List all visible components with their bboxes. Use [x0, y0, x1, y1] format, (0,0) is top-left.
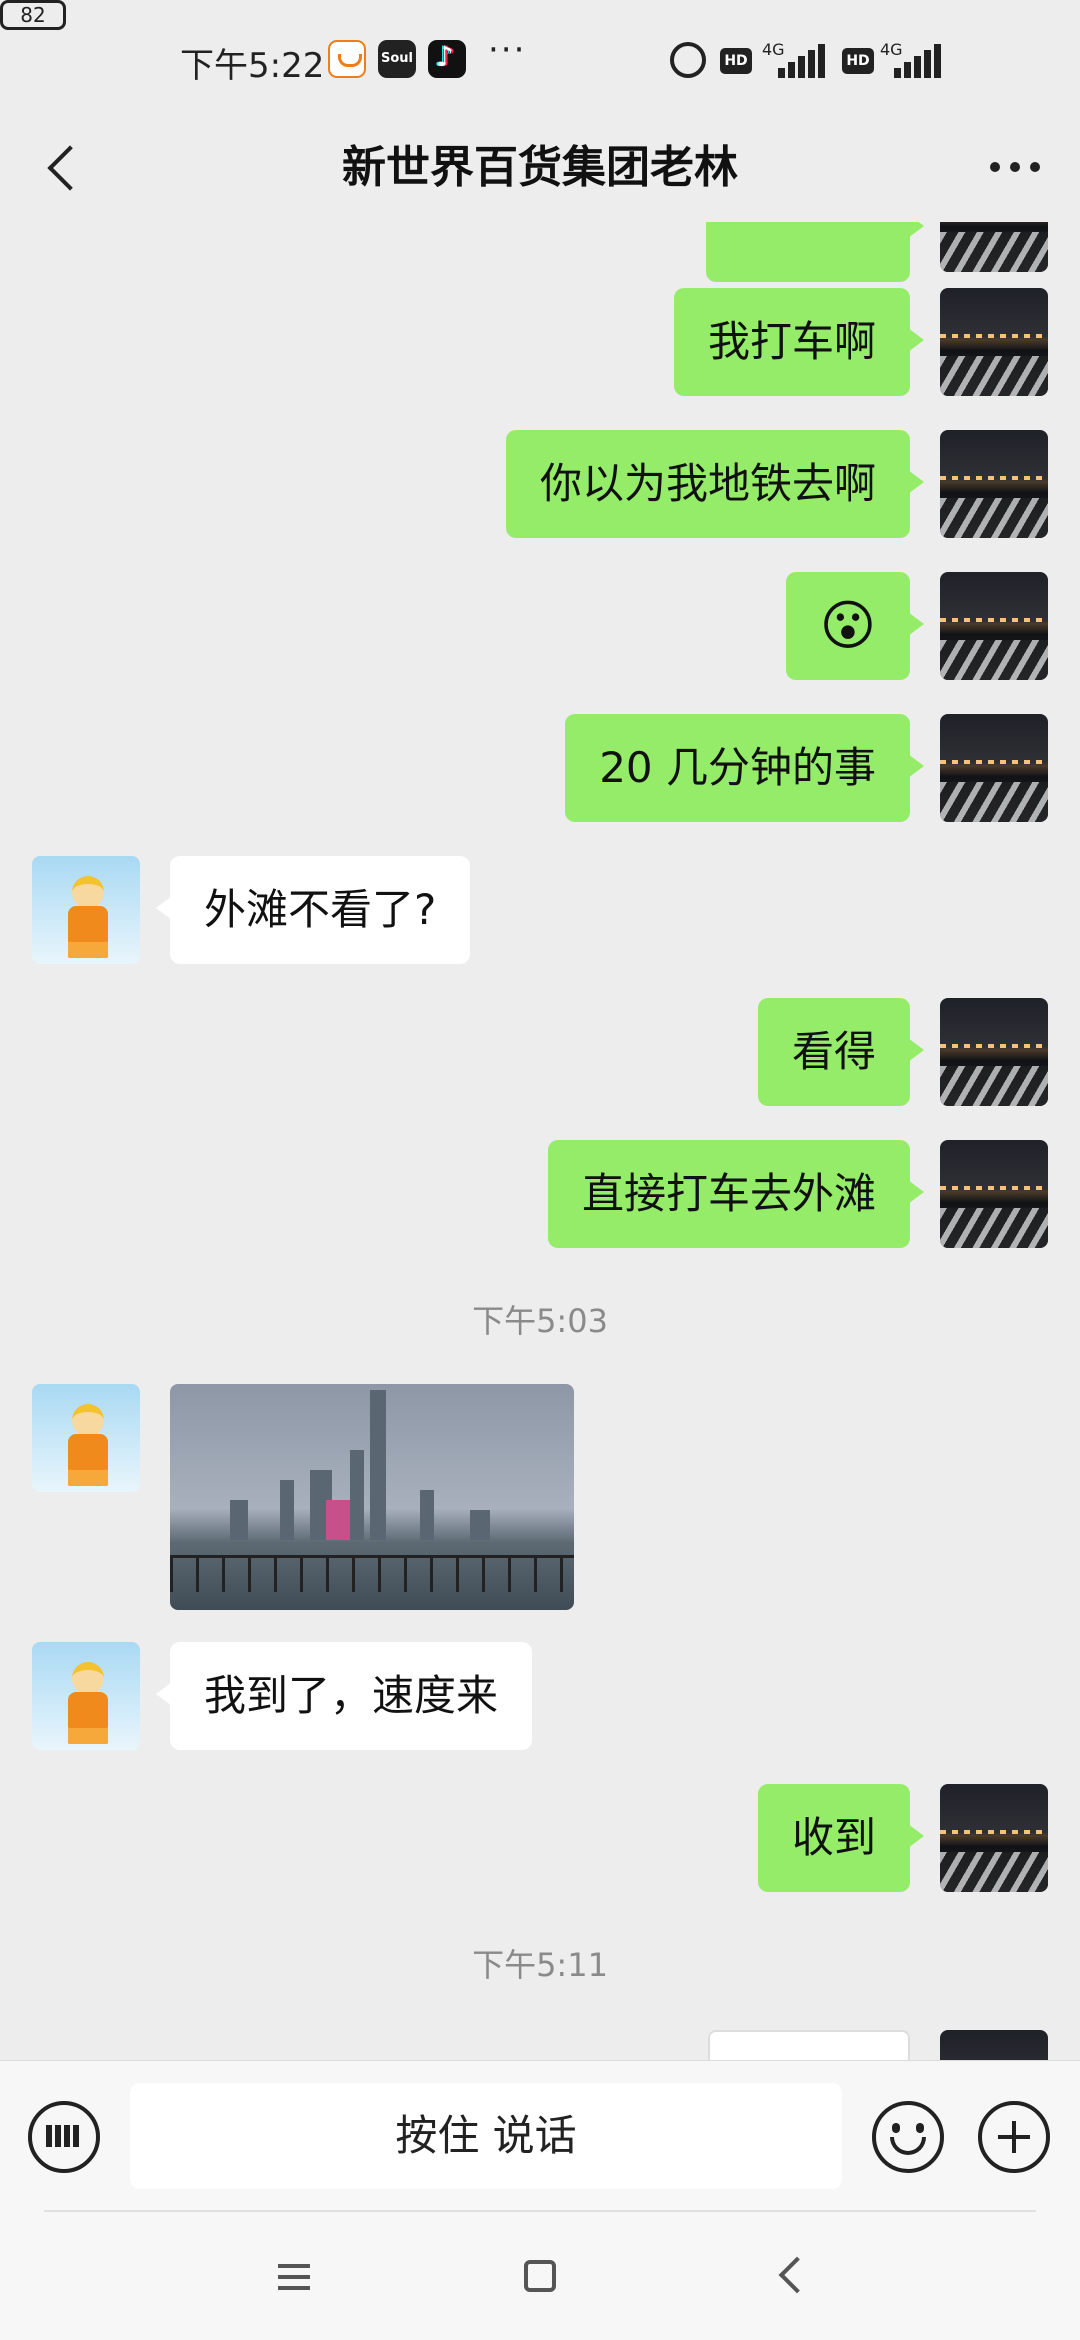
- self-avatar[interactable]: [940, 998, 1048, 1106]
- friend-avatar[interactable]: [32, 1642, 140, 1750]
- message-bubble-partial[interactable]: [706, 222, 924, 282]
- image-message-partial[interactable]: [708, 2030, 910, 2060]
- message-bubble[interactable]: 直接打车去外滩: [547, 1140, 925, 1248]
- signal-icon: [770, 44, 826, 78]
- home-button[interactable]: [524, 2260, 556, 2292]
- soul-icon: Soul: [378, 40, 416, 78]
- keyboard-toggle-button[interactable]: [28, 2101, 100, 2173]
- message-timestamp: 下午5:03: [472, 1302, 608, 1340]
- message-bubble[interactable]: 收到: [757, 1784, 925, 1892]
- friend-avatar[interactable]: [32, 1384, 140, 1492]
- more-functions-button[interactable]: [978, 2101, 1050, 2173]
- more-notifications-icon: ···: [488, 30, 527, 70]
- self-avatar[interactable]: [940, 714, 1048, 822]
- signal-icon-2: [886, 44, 942, 78]
- emoji-button[interactable]: [872, 2101, 944, 2173]
- friend-avatar[interactable]: [32, 856, 140, 964]
- input-bar: 按住 说话: [0, 2060, 1080, 2211]
- chat-header: 新世界百货集团老林: [0, 120, 1080, 220]
- status-time: 下午5:22: [180, 46, 325, 86]
- hd-badge: HD: [720, 48, 752, 74]
- chat-title: 新世界百货集团老林: [342, 142, 738, 193]
- more-options-button[interactable]: [980, 142, 1050, 192]
- self-avatar[interactable]: [940, 222, 1048, 272]
- photo-message[interactable]: [170, 1384, 574, 1610]
- message-bubble[interactable]: 看得: [757, 998, 925, 1106]
- message-bubble[interactable]: 外滩不看了?: [155, 856, 471, 964]
- hd-badge-2: HD: [842, 48, 874, 74]
- message-bubble[interactable]: 你以为我地铁去啊: [505, 430, 925, 538]
- tiktok-icon: [428, 40, 466, 78]
- hold-to-talk-button[interactable]: 按住 说话: [130, 2083, 842, 2189]
- alarm-icon: [670, 42, 706, 78]
- self-avatar[interactable]: [940, 572, 1048, 680]
- recent-apps-button[interactable]: [278, 2264, 310, 2290]
- self-avatar[interactable]: [940, 2030, 1048, 2060]
- self-avatar[interactable]: [940, 1784, 1048, 1892]
- status-bar: 下午5:22 Soul ··· HD 4G HD 4G 82: [0, 0, 1080, 120]
- self-avatar[interactable]: [940, 1140, 1048, 1248]
- self-avatar[interactable]: [940, 430, 1048, 538]
- emoji-sticker[interactable]: 😮: [785, 572, 925, 680]
- battery-icon: 82: [0, 0, 66, 30]
- system-nav-bar: [0, 2210, 1080, 2340]
- system-back-button[interactable]: [778, 2256, 816, 2294]
- message-bubble[interactable]: 我打车啊: [673, 288, 925, 396]
- didi-icon: [328, 40, 366, 78]
- message-bubble[interactable]: 我到了，速度来: [155, 1642, 533, 1750]
- chat-messages[interactable]: 我打车啊 你以为我地铁去啊 😮 20 几分钟的事 外滩不看了? 看得 直接打车去…: [0, 222, 1080, 2060]
- message-timestamp: 下午5:11: [472, 1946, 608, 1984]
- self-avatar[interactable]: [940, 288, 1048, 396]
- message-bubble[interactable]: 20 几分钟的事: [565, 714, 924, 822]
- divider: [44, 2210, 1036, 2212]
